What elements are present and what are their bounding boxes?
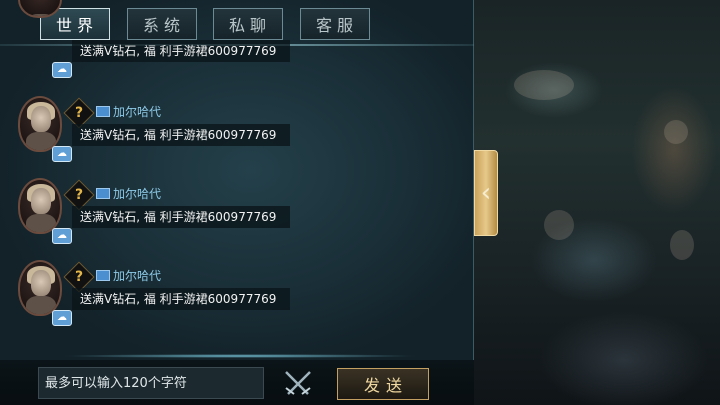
chat-message: ☁ 送满V钻石, 福 利手游裙600977769 [0,0,474,78]
world-channel-icon: ☁ [52,310,72,326]
send-button[interactable]: 发送 [337,368,429,400]
sender-name[interactable]: 加尔哈代 [113,185,161,202]
background-blob [514,70,574,100]
world-channel-icon: ☁ [52,62,72,78]
crossed-swords-icon[interactable] [282,368,314,400]
chat-message: ☁ ? 加尔哈代 送满V钻石, 福 利手游裙600977769 [0,178,474,260]
avatar[interactable] [18,96,62,152]
background-blob [670,230,694,260]
chevron-left-icon: ‹ [480,178,492,208]
message-text: 送满V钻石, 福 利手游裙600977769 [72,206,290,228]
panel-glow [60,354,420,358]
avatar[interactable] [18,260,62,316]
chat-input[interactable] [38,367,264,399]
background-blob [664,120,688,144]
avatar[interactable] [18,0,62,18]
avatar[interactable] [18,178,62,234]
world-channel-icon: ☁ [52,146,72,162]
background-blob [544,210,574,240]
message-text: 送满V钻石, 福 利手游裙600977769 [72,40,290,62]
chat-message: ☁ ? 加尔哈代 送满V钻石, 福 利手游裙600977769 [0,260,474,342]
chat-message: ☁ ? 加尔哈代 送满V钻石, 福 利手游裙600977769 [0,96,474,178]
message-text: 送满V钻石, 福 利手游裙600977769 [72,288,290,310]
message-text: 送满V钻石, 福 利手游裙600977769 [72,124,290,146]
chat-panel: 世界 系统 私聊 客服 ☁ 送满V钻石, 福 利手游裙600977769 ☁ ?… [0,0,474,360]
game-background [474,0,720,405]
world-channel-icon: ☁ [52,228,72,244]
flag-icon [96,270,110,281]
sender-name[interactable]: 加尔哈代 [113,103,161,120]
flag-icon [96,188,110,199]
sender-name[interactable]: 加尔哈代 [113,267,161,284]
flag-icon [96,106,110,117]
collapse-panel-button[interactable]: ‹ [474,150,498,236]
